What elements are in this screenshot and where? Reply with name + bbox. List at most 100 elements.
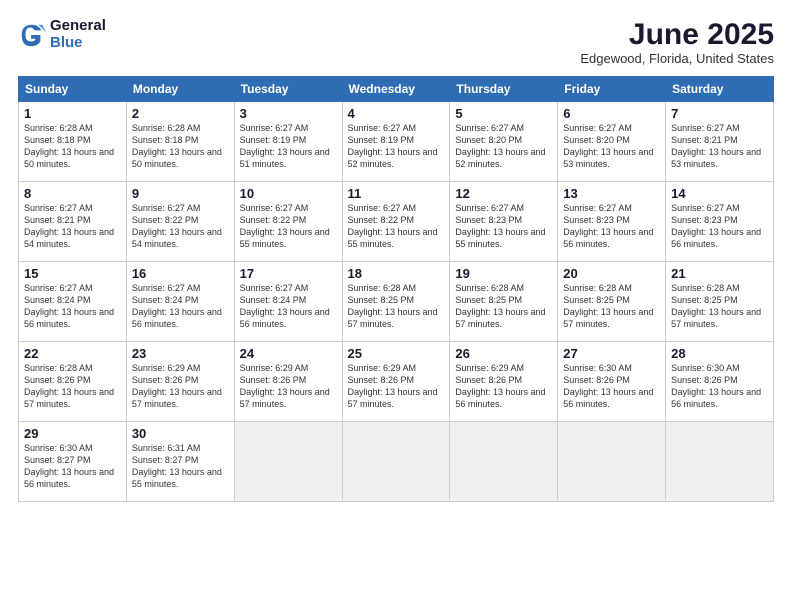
day-cell-13: 13Sunrise: 6:27 AMSunset: 8:23 PMDayligh… [558, 182, 666, 262]
week-row-5: 29Sunrise: 6:30 AMSunset: 8:27 PMDayligh… [19, 422, 774, 502]
day-header-wednesday: Wednesday [342, 77, 450, 102]
day-cell-12: 12Sunrise: 6:27 AMSunset: 8:23 PMDayligh… [450, 182, 558, 262]
day-cell-16: 16Sunrise: 6:27 AMSunset: 8:24 PMDayligh… [126, 262, 234, 342]
day-number: 16 [132, 266, 229, 281]
day-number: 9 [132, 186, 229, 201]
day-info: Sunrise: 6:29 AMSunset: 8:26 PMDaylight:… [455, 362, 552, 411]
day-cell-20: 20Sunrise: 6:28 AMSunset: 8:25 PMDayligh… [558, 262, 666, 342]
day-number: 14 [671, 186, 768, 201]
logo-general: General [50, 18, 106, 35]
month-title: June 2025 [580, 18, 774, 51]
day-info: Sunrise: 6:29 AMSunset: 8:26 PMDaylight:… [348, 362, 445, 411]
day-info: Sunrise: 6:31 AMSunset: 8:27 PMDaylight:… [132, 442, 229, 491]
day-header-thursday: Thursday [450, 77, 558, 102]
day-info: Sunrise: 6:27 AMSunset: 8:21 PMDaylight:… [24, 202, 121, 251]
day-info: Sunrise: 6:29 AMSunset: 8:26 PMDaylight:… [240, 362, 337, 411]
day-number: 19 [455, 266, 552, 281]
logo-text: General Blue [50, 18, 106, 51]
header: General Blue June 2025 Edgewood, Florida… [18, 18, 774, 66]
day-cell-25: 25Sunrise: 6:29 AMSunset: 8:26 PMDayligh… [342, 342, 450, 422]
day-header-sunday: Sunday [19, 77, 127, 102]
day-cell-22: 22Sunrise: 6:28 AMSunset: 8:26 PMDayligh… [19, 342, 127, 422]
day-info: Sunrise: 6:27 AMSunset: 8:24 PMDaylight:… [132, 282, 229, 331]
day-number: 26 [455, 346, 552, 361]
day-cell-3: 3Sunrise: 6:27 AMSunset: 8:19 PMDaylight… [234, 102, 342, 182]
logo-blue: Blue [50, 35, 106, 52]
day-number: 18 [348, 266, 445, 281]
day-number: 12 [455, 186, 552, 201]
week-row-1: 1Sunrise: 6:28 AMSunset: 8:18 PMDaylight… [19, 102, 774, 182]
day-number: 21 [671, 266, 768, 281]
day-number: 2 [132, 106, 229, 121]
day-cell-29: 29Sunrise: 6:30 AMSunset: 8:27 PMDayligh… [19, 422, 127, 502]
day-number: 29 [24, 426, 121, 441]
day-cell-21: 21Sunrise: 6:28 AMSunset: 8:25 PMDayligh… [666, 262, 774, 342]
location: Edgewood, Florida, United States [580, 51, 774, 66]
day-number: 20 [563, 266, 660, 281]
day-cell-2: 2Sunrise: 6:28 AMSunset: 8:18 PMDaylight… [126, 102, 234, 182]
day-info: Sunrise: 6:28 AMSunset: 8:25 PMDaylight:… [563, 282, 660, 331]
empty-cell [342, 422, 450, 502]
day-info: Sunrise: 6:27 AMSunset: 8:22 PMDaylight:… [348, 202, 445, 251]
day-number: 25 [348, 346, 445, 361]
day-number: 23 [132, 346, 229, 361]
day-number: 4 [348, 106, 445, 121]
day-number: 13 [563, 186, 660, 201]
day-info: Sunrise: 6:28 AMSunset: 8:18 PMDaylight:… [132, 122, 229, 171]
day-number: 28 [671, 346, 768, 361]
day-number: 24 [240, 346, 337, 361]
day-info: Sunrise: 6:27 AMSunset: 8:22 PMDaylight:… [132, 202, 229, 251]
day-info: Sunrise: 6:28 AMSunset: 8:18 PMDaylight:… [24, 122, 121, 171]
empty-cell [558, 422, 666, 502]
day-cell-7: 7Sunrise: 6:27 AMSunset: 8:21 PMDaylight… [666, 102, 774, 182]
day-number: 8 [24, 186, 121, 201]
day-info: Sunrise: 6:27 AMSunset: 8:22 PMDaylight:… [240, 202, 337, 251]
day-cell-11: 11Sunrise: 6:27 AMSunset: 8:22 PMDayligh… [342, 182, 450, 262]
day-info: Sunrise: 6:27 AMSunset: 8:23 PMDaylight:… [455, 202, 552, 251]
day-info: Sunrise: 6:28 AMSunset: 8:25 PMDaylight:… [455, 282, 552, 331]
day-cell-19: 19Sunrise: 6:28 AMSunset: 8:25 PMDayligh… [450, 262, 558, 342]
day-cell-14: 14Sunrise: 6:27 AMSunset: 8:23 PMDayligh… [666, 182, 774, 262]
page: General Blue June 2025 Edgewood, Florida… [0, 0, 792, 612]
logo: General Blue [18, 18, 106, 51]
day-cell-18: 18Sunrise: 6:28 AMSunset: 8:25 PMDayligh… [342, 262, 450, 342]
day-cell-23: 23Sunrise: 6:29 AMSunset: 8:26 PMDayligh… [126, 342, 234, 422]
day-info: Sunrise: 6:28 AMSunset: 8:25 PMDaylight:… [671, 282, 768, 331]
day-number: 1 [24, 106, 121, 121]
day-number: 17 [240, 266, 337, 281]
week-row-2: 8Sunrise: 6:27 AMSunset: 8:21 PMDaylight… [19, 182, 774, 262]
day-info: Sunrise: 6:29 AMSunset: 8:26 PMDaylight:… [132, 362, 229, 411]
day-cell-8: 8Sunrise: 6:27 AMSunset: 8:21 PMDaylight… [19, 182, 127, 262]
day-cell-30: 30Sunrise: 6:31 AMSunset: 8:27 PMDayligh… [126, 422, 234, 502]
day-cell-6: 6Sunrise: 6:27 AMSunset: 8:20 PMDaylight… [558, 102, 666, 182]
day-info: Sunrise: 6:30 AMSunset: 8:27 PMDaylight:… [24, 442, 121, 491]
week-row-3: 15 Sunrise: 6:27 AMSunset: 8:24 PMDayligh… [19, 262, 774, 342]
day-cell-1: 1Sunrise: 6:28 AMSunset: 8:18 PMDaylight… [19, 102, 127, 182]
day-headers-row: SundayMondayTuesdayWednesdayThursdayFrid… [19, 77, 774, 102]
day-number: 15 [24, 266, 121, 281]
day-cell-27: 27Sunrise: 6:30 AMSunset: 8:26 PMDayligh… [558, 342, 666, 422]
logo-icon [18, 21, 46, 49]
day-number: 6 [563, 106, 660, 121]
day-cell-15: 15Sunrise: 6:27 AMSunset: 8:24 PMDayligh… [19, 262, 127, 342]
day-info: Sunrise: 6:27 AMSunset: 8:20 PMDaylight:… [455, 122, 552, 171]
day-cell-5: 5Sunrise: 6:27 AMSunset: 8:20 PMDaylight… [450, 102, 558, 182]
day-cell-9: 9Sunrise: 6:27 AMSunset: 8:22 PMDaylight… [126, 182, 234, 262]
day-number: 27 [563, 346, 660, 361]
day-cell-4: 4Sunrise: 6:27 AMSunset: 8:19 PMDaylight… [342, 102, 450, 182]
day-info: Sunrise: 6:28 AMSunset: 8:26 PMDaylight:… [24, 362, 121, 411]
day-cell-28: 28Sunrise: 6:30 AMSunset: 8:26 PMDayligh… [666, 342, 774, 422]
day-info: Sunrise: 6:27 AMSunset: 8:19 PMDaylight:… [348, 122, 445, 171]
day-info: Sunrise: 6:28 AMSunset: 8:25 PMDaylight:… [348, 282, 445, 331]
empty-cell [234, 422, 342, 502]
day-info: Sunrise: 6:27 AMSunset: 8:19 PMDaylight:… [240, 122, 337, 171]
title-section: June 2025 Edgewood, Florida, United Stat… [580, 18, 774, 66]
day-number: 30 [132, 426, 229, 441]
day-info: Sunrise: 6:30 AMSunset: 8:26 PMDaylight:… [671, 362, 768, 411]
day-info: Sunrise: 6:27 AMSunset: 8:23 PMDaylight:… [671, 202, 768, 251]
day-cell-10: 10Sunrise: 6:27 AMSunset: 8:22 PMDayligh… [234, 182, 342, 262]
day-cell-26: 26Sunrise: 6:29 AMSunset: 8:26 PMDayligh… [450, 342, 558, 422]
day-header-monday: Monday [126, 77, 234, 102]
day-info: Sunrise: 6:27 AMSunset: 8:24 PMDaylight:… [240, 282, 337, 331]
day-number: 11 [348, 186, 445, 201]
